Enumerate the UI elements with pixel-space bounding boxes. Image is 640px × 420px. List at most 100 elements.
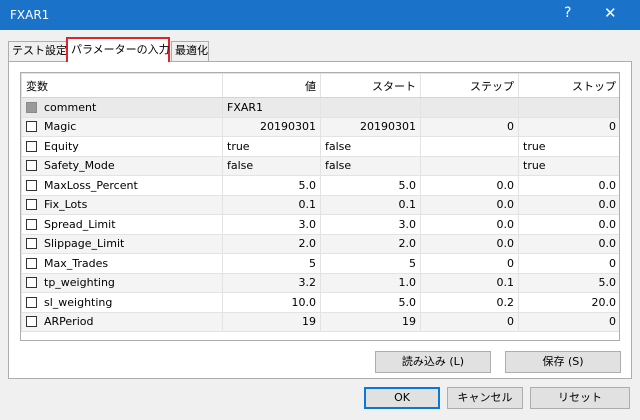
- stop-cell[interactable]: 0.0: [518, 194, 619, 215]
- variable-cell: sl_weighting: [21, 292, 223, 313]
- optimize-checkbox[interactable]: [26, 238, 37, 250]
- step-cell[interactable]: 0.0: [420, 194, 519, 215]
- save-button[interactable]: 保存 (S): [505, 351, 621, 373]
- start-cell[interactable]: 3.0: [320, 214, 421, 235]
- stop-cell[interactable]: 0.0: [518, 214, 619, 235]
- tab-optimization[interactable]: 最適化: [171, 41, 209, 61]
- variable-name: tp_weighting: [44, 276, 115, 290]
- tab-parameters[interactable]: パラメーターの入力: [66, 37, 170, 62]
- table-row[interactable]: sl_weighting 10.0 5.0 0.2 20.0: [21, 292, 619, 313]
- optimize-checkbox[interactable]: [26, 218, 37, 230]
- step-cell[interactable]: [420, 155, 519, 176]
- header-value[interactable]: 値: [222, 73, 321, 98]
- load-button[interactable]: 読み込み (L): [375, 351, 491, 373]
- variable-name: comment: [44, 100, 97, 114]
- start-cell[interactable]: false: [320, 155, 421, 176]
- start-cell[interactable]: 0.1: [320, 194, 421, 215]
- ok-button[interactable]: OK: [364, 387, 440, 409]
- value-cell[interactable]: 0.1: [222, 194, 321, 215]
- window-title: FXAR1: [10, 8, 50, 22]
- table-row[interactable]: ARPeriod 19 19 0 0: [21, 311, 619, 332]
- start-cell[interactable]: 5.0: [320, 292, 421, 313]
- table-row[interactable]: Max_Trades 5 5 0 0: [21, 253, 619, 274]
- table-row[interactable]: Magic 20190301 20190301 0 0: [21, 116, 619, 137]
- variable-name: Safety_Mode: [44, 159, 115, 173]
- table-row[interactable]: Safety_Mode false false true: [21, 155, 619, 176]
- value-cell[interactable]: 10.0: [222, 292, 321, 313]
- stop-cell[interactable]: 0: [518, 116, 619, 137]
- table-row[interactable]: MaxLoss_Percent 5.0 5.0 0.0 0.0: [21, 175, 619, 196]
- optimize-checkbox[interactable]: [26, 199, 37, 211]
- header-variable[interactable]: 変数: [21, 73, 223, 98]
- step-cell[interactable]: 0: [420, 253, 519, 274]
- variable-cell: Max_Trades: [21, 253, 223, 274]
- start-cell[interactable]: 19: [320, 311, 421, 332]
- optimize-checkbox[interactable]: [26, 179, 37, 191]
- value-cell[interactable]: FXAR1: [222, 97, 321, 118]
- table-header: 変数 値 スタート ステップ ストップ: [21, 73, 619, 98]
- variable-name: ARPeriod: [44, 315, 94, 329]
- value-cell[interactable]: 19: [222, 311, 321, 332]
- value-cell[interactable]: false: [222, 155, 321, 176]
- start-cell[interactable]: false: [320, 136, 421, 157]
- step-cell[interactable]: 0: [420, 311, 519, 332]
- variable-name: Magic: [44, 120, 77, 134]
- step-cell[interactable]: 0: [420, 116, 519, 137]
- start-cell[interactable]: 5: [320, 253, 421, 274]
- stop-cell[interactable]: 0: [518, 311, 619, 332]
- stop-cell[interactable]: 0.0: [518, 233, 619, 254]
- value-cell[interactable]: 3.0: [222, 214, 321, 235]
- header-step[interactable]: ステップ: [420, 73, 519, 98]
- value-cell[interactable]: 5.0: [222, 175, 321, 196]
- step-cell[interactable]: 0.1: [420, 272, 519, 293]
- step-cell[interactable]: 0.0: [420, 214, 519, 235]
- header-start[interactable]: スタート: [320, 73, 421, 98]
- close-icon[interactable]: ✕: [604, 4, 617, 22]
- table-row[interactable]: Fix_Lots 0.1 0.1 0.0 0.0: [21, 194, 619, 215]
- start-cell[interactable]: 5.0: [320, 175, 421, 196]
- optimize-checkbox[interactable]: [26, 296, 37, 308]
- stop-cell[interactable]: [518, 97, 619, 118]
- tab-test-settings[interactable]: テスト設定: [8, 41, 68, 61]
- cancel-button[interactable]: キャンセル: [447, 387, 523, 409]
- optimize-checkbox[interactable]: [26, 121, 37, 133]
- table-row[interactable]: tp_weighting 3.2 1.0 0.1 5.0: [21, 272, 619, 293]
- variable-cell: Equity: [21, 136, 223, 157]
- header-stop[interactable]: ストップ: [518, 73, 619, 98]
- step-cell[interactable]: [420, 136, 519, 157]
- stop-cell[interactable]: true: [518, 136, 619, 157]
- optimize-checkbox[interactable]: [26, 160, 37, 172]
- optimize-checkbox[interactable]: [26, 277, 37, 289]
- variable-cell: Fix_Lots: [21, 194, 223, 215]
- stop-cell[interactable]: 5.0: [518, 272, 619, 293]
- reset-button[interactable]: リセット: [530, 387, 630, 409]
- optimize-checkbox[interactable]: [26, 316, 37, 328]
- value-cell[interactable]: 20190301: [222, 116, 321, 137]
- step-cell[interactable]: 0.2: [420, 292, 519, 313]
- start-cell[interactable]: [320, 97, 421, 118]
- value-cell[interactable]: 3.2: [222, 272, 321, 293]
- table-row[interactable]: Slippage_Limit 2.0 2.0 0.0 0.0: [21, 233, 619, 254]
- step-cell[interactable]: 0.0: [420, 233, 519, 254]
- step-cell[interactable]: 0.0: [420, 175, 519, 196]
- stop-cell[interactable]: 0.0: [518, 175, 619, 196]
- start-cell[interactable]: 1.0: [320, 272, 421, 293]
- optimize-checkbox[interactable]: [26, 140, 37, 152]
- value-cell[interactable]: 5: [222, 253, 321, 274]
- table-row[interactable]: Spread_Limit 3.0 3.0 0.0 0.0: [21, 214, 619, 235]
- help-icon[interactable]: ?: [564, 5, 571, 21]
- variable-cell: Spread_Limit: [21, 214, 223, 235]
- stop-cell[interactable]: true: [518, 155, 619, 176]
- variable-cell: Magic: [21, 116, 223, 137]
- value-cell[interactable]: 2.0: [222, 233, 321, 254]
- start-cell[interactable]: 2.0: [320, 233, 421, 254]
- table-row[interactable]: comment FXAR1: [21, 97, 619, 118]
- stop-cell[interactable]: 0: [518, 253, 619, 274]
- optimize-checkbox[interactable]: [26, 257, 37, 269]
- title-bar: FXAR1 ? ✕: [0, 0, 640, 30]
- value-cell[interactable]: true: [222, 136, 321, 157]
- step-cell[interactable]: [420, 97, 519, 118]
- table-row[interactable]: Equity true false true: [21, 136, 619, 157]
- start-cell[interactable]: 20190301: [320, 116, 421, 137]
- stop-cell[interactable]: 20.0: [518, 292, 619, 313]
